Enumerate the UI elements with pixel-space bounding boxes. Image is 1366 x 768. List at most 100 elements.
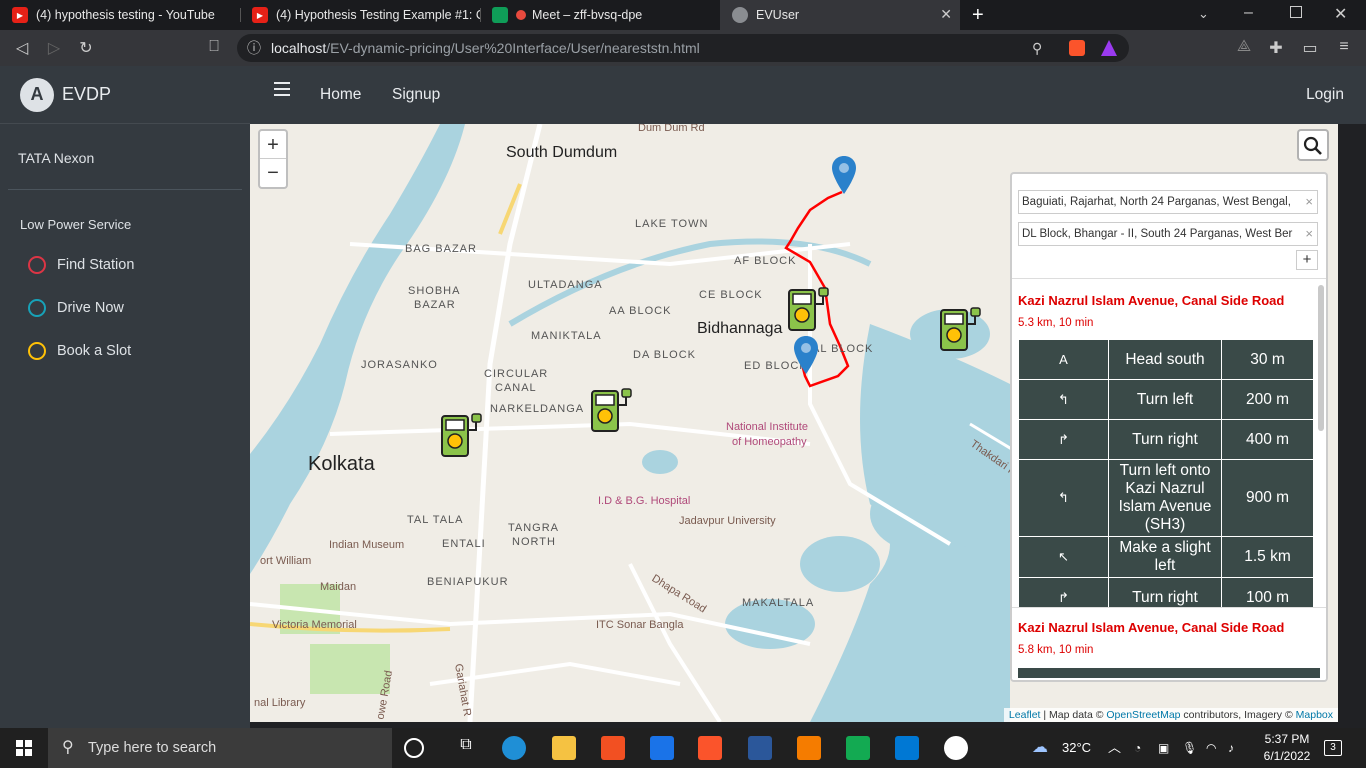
taskbar-search-placeholder: Type here to search [88,740,217,756]
destination-input[interactable]: DL Block, Bhangar - II, South 24 Pargana… [1018,222,1318,246]
tab-youtube-2[interactable]: ▶ (4) Hypothesis Testing Example #1: On [240,0,480,30]
route-alternative-2[interactable]: Kazi Nazrul Islam Avenue, Canal Side Roa… [1012,607,1326,680]
route-name[interactable]: Kazi Nazrul Islam Avenue, Canal Side Roa… [1018,293,1284,308]
restore-icon[interactable] [1290,6,1302,18]
location-icon[interactable]: ⚲ [1032,34,1042,62]
windows-start-icon[interactable] [16,740,32,756]
weather-icon[interactable]: ☁ [1032,728,1048,768]
clock[interactable]: 5:37 PM 6/1/2022 [1254,731,1320,765]
brand[interactable]: A EVDP [0,66,250,124]
menu-icon[interactable]: ≡ [1334,38,1354,56]
file-explorer-icon[interactable] [552,736,576,760]
sidebar-toggle-icon[interactable]: ▭ [1300,38,1320,58]
sidebar-item-drive-now[interactable]: Drive Now [28,299,124,317]
zoom-out-button[interactable]: − [260,159,286,187]
tab-meet[interactable]: Meet – zff-bvsq-dpe [480,0,720,30]
instruction-row[interactable]: A Head south 30 m [1018,339,1314,380]
nav-signup-link[interactable]: Signup [392,86,440,104]
volume-icon[interactable]: ♪ [1228,728,1234,768]
map[interactable]: + − South Dumdum LAKE TOWN BAG BAZAR ULT… [250,124,1338,722]
map-marker-icon[interactable] [794,336,818,376]
hamburger-icon[interactable] [274,82,290,96]
task-view-icon[interactable]: ⧉ [454,736,478,760]
meet-tray-icon[interactable]: ▣ [1158,728,1169,768]
tab-youtube-1[interactable]: ▶ (4) hypothesis testing - YouTube [0,0,240,30]
word-icon[interactable] [748,736,772,760]
forward-icon[interactable]: ▷ [44,38,64,58]
brave-rewards-icon[interactable] [1101,40,1117,56]
temperature[interactable]: 32°C [1062,728,1091,768]
map-label: NORTH [512,536,556,548]
nav-home-link[interactable]: Home [320,86,361,104]
bookmark-icon[interactable]: ⎕ [204,38,224,56]
cortana-icon[interactable] [404,738,424,758]
info-icon[interactable]: ⓘ [247,34,261,62]
charging-station-icon[interactable] [935,304,985,354]
map-label: I.D & B.G. Hospital [598,495,691,507]
store-icon[interactable] [601,736,625,760]
vscode-icon[interactable] [895,736,919,760]
vehicle-name[interactable]: TATA Nexon [18,150,94,166]
sidebar-item-book-slot[interactable]: Book a Slot [28,342,131,360]
map-marker-icon[interactable] [832,156,856,196]
notification-icon[interactable]: 3 [1324,740,1342,756]
brave-icon[interactable] [698,736,722,760]
remove-destination-icon[interactable]: × [1305,223,1313,245]
map-label: JORASANKO [361,359,438,371]
nav-login-link[interactable]: Login [1306,86,1344,104]
instruction-row[interactable]: ↰ Turn left 200 m [1018,379,1314,420]
close-tab-icon[interactable]: ✕ [940,6,952,23]
extensions-icon[interactable]: ✚ [1266,38,1286,58]
map-search-button[interactable] [1297,129,1329,161]
back-icon[interactable]: ◁ [12,38,32,58]
edge-icon[interactable] [502,736,526,760]
attribution-text: contributors, Imagery © [1180,709,1296,721]
close-window-icon[interactable]: ✕ [1334,4,1347,24]
url-bar[interactable]: ⓘ localhost/EV-dynamic-pricing/User%20In… [237,34,1129,62]
remove-origin-icon[interactable]: × [1305,191,1313,213]
mapbox-link[interactable]: Mapbox [1296,709,1333,721]
brand-name: EVDP [62,84,112,104]
instruction-row[interactable]: ↰ Turn left onto Kazi Nazrul Islam Avenu… [1018,459,1314,537]
network-wifi-icon[interactable]: ◔ [1134,728,1141,768]
xampp-icon[interactable] [797,736,821,760]
taskbar-search-input[interactable]: ⚲ Type here to search [48,728,392,768]
map-label: MANIKTALA [531,330,602,342]
tab-title: (4) Hypothesis Testing Example #1: On [276,8,480,22]
origin-value: Baguiati, Rajarhat, North 24 Parganas, W… [1022,196,1291,208]
osm-link[interactable]: OpenStreetMap [1106,709,1180,721]
mongodb-icon[interactable] [846,736,870,760]
map-label: Jadavpur University [679,515,776,527]
scrollbar-thumb[interactable] [1318,285,1324,431]
tab-search-chevron-icon[interactable]: ⌄ [1198,6,1209,22]
url-host: localhost [271,40,327,56]
map-label: Victoria Memorial [272,619,357,631]
route-instructions-table: A Head south 30 m ↰ Turn left 200 m ↱ Tu… [1018,339,1314,618]
zoom-in-button[interactable]: + [260,131,286,159]
leaflet-link[interactable]: Leaflet [1009,709,1041,721]
mongodb-compass-icon[interactable] [944,736,968,760]
sidebar-item-find-station[interactable]: Find Station [28,256,134,274]
charging-station-icon[interactable] [436,410,486,460]
charging-station-icon[interactable] [783,284,833,334]
tab-title: Meet – zff-bvsq-dpe [532,8,643,22]
instruction-row[interactable]: ↱ Turn right 400 m [1018,419,1314,460]
sidebar: A EVDP TATA Nexon Low Power Service Find… [0,66,250,728]
reload-icon[interactable]: ↻ [76,38,96,58]
tray-chevron-icon[interactable]: ︿ [1108,728,1121,768]
map-label: Dum Dum Rd [638,124,705,134]
brave-shield-icon[interactable] [1069,40,1085,56]
charging-station-icon[interactable] [586,385,636,435]
origin-input[interactable]: Baguiati, Rajarhat, North 24 Parganas, W… [1018,190,1318,214]
tab-evuser[interactable]: EVUser ✕ [720,0,960,30]
minimize-icon[interactable]: – [1244,4,1253,22]
map-label: National Institute [726,421,808,433]
mail-icon[interactable] [650,736,674,760]
sidebar-item-label: Book a Slot [57,343,132,359]
microphone-icon[interactable]: 🎙 [1182,728,1197,768]
add-waypoint-button[interactable]: + [1296,250,1318,270]
wallet-icon[interactable]: ⟁ [1234,38,1254,56]
wifi-icon[interactable]: ◠ [1206,728,1216,768]
new-tab-button[interactable]: + [972,4,984,27]
instruction-row[interactable]: ↖ Make a slight left 1.5 km [1018,536,1314,578]
